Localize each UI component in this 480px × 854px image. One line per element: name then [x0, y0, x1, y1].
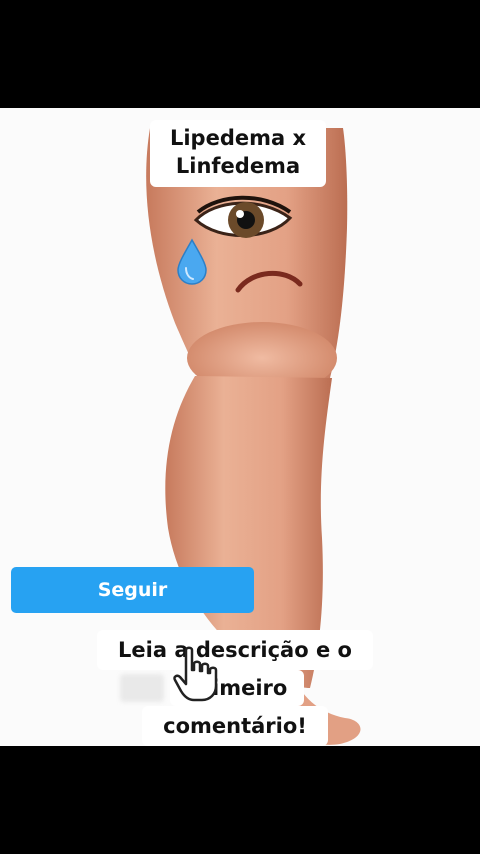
video-frame[interactable]: Lipedema x Linfedema Seguir Leia a descr…	[0, 108, 480, 746]
video-title: Lipedema x Linfedema	[150, 120, 326, 187]
blurred-region	[120, 674, 164, 702]
title-line-2: Linfedema	[175, 154, 301, 179]
hand-pointer-icon	[173, 646, 218, 702]
title-line-1: Lipedema x	[169, 126, 307, 150]
caption-line-3: comentário!	[142, 706, 328, 746]
follow-button-label: Seguir	[97, 579, 168, 601]
follow-button[interactable]: Seguir	[11, 567, 254, 613]
caption-line-1: Leia a descrição e o	[97, 630, 373, 670]
